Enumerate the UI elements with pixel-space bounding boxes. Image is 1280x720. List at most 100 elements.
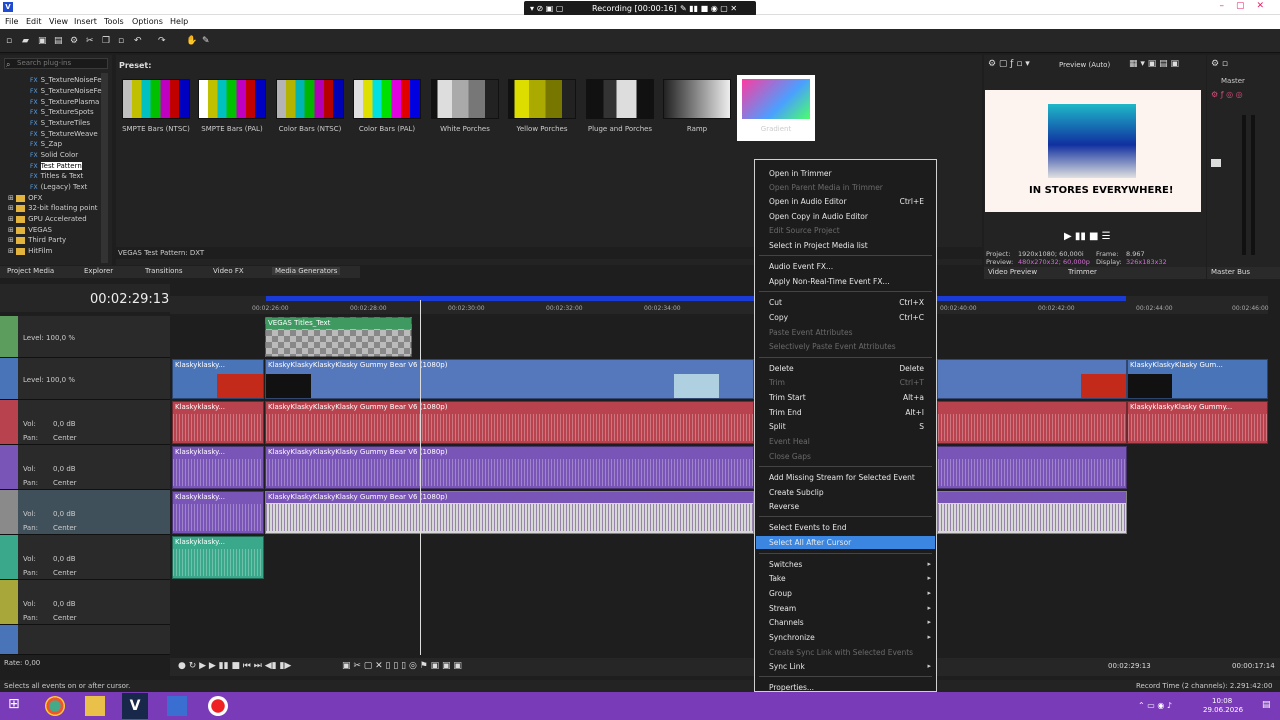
tree-folder[interactable]: ⊞ GPU Accelerated: [8, 215, 87, 223]
tree-item[interactable]: FX S_TextureNoiseFe: [30, 76, 102, 84]
tree-item-selected[interactable]: FX Test Pattern: [30, 162, 82, 170]
tree-item[interactable]: FX Solid Color: [30, 151, 78, 159]
app-taskbar-icon[interactable]: [167, 696, 187, 716]
clip-audio-4a[interactable]: Klaskyklasky...: [172, 446, 264, 489]
menu-item-apply-non-real-time-event-fx[interactable]: Apply Non-Real-Time Event FX...: [769, 277, 890, 286]
menu-item-channels[interactable]: Channels: [769, 618, 804, 627]
tab-project-media[interactable]: Project Media: [7, 267, 54, 275]
clip-video-b[interactable]: KlaskyKlaskyKlasky Gum...: [1127, 359, 1268, 399]
preview-grid-icons[interactable]: ▦ ▾ ▣ ▤ ▣: [1129, 59, 1179, 69]
track-header-audio-5[interactable]: Vol: 0,0 dB Pan: Center: [0, 490, 170, 535]
track-header-audio-3[interactable]: Vol: 0,0 dB Pan: Center: [0, 400, 170, 445]
track-header-audio-7[interactable]: Vol: 0,0 dB Pan: Center: [0, 580, 170, 625]
menu-item-synchronize[interactable]: Synchronize: [769, 633, 815, 642]
clip-audio-4-right[interactable]: [937, 446, 1127, 489]
clip-audio-4-main[interactable]: KlaskyKlaskyKlaskyKlasky Gummy Bear V6 (…: [265, 446, 754, 489]
menu-item-create-subclip[interactable]: Create Subclip: [769, 488, 824, 497]
master-fx-icons[interactable]: ⚙ ƒ ◎ ◎: [1211, 90, 1243, 99]
tree-scrollbar[interactable]: [101, 73, 108, 263]
menu-item-switches[interactable]: Switches: [769, 560, 802, 569]
menu-options[interactable]: Options: [132, 17, 163, 26]
menu-item-open-copy-in-audio-editor[interactable]: Open Copy in Audio Editor: [769, 212, 868, 221]
tree-item[interactable]: FX S_TextureSpots: [30, 108, 94, 116]
settings-icon[interactable]: ⚙: [70, 37, 79, 46]
tree-item[interactable]: FX Titles & Text: [30, 172, 83, 180]
preview-transport[interactable]: ▶ ▮▮ ■ ☰: [1064, 231, 1111, 242]
menu-item-copy[interactable]: Copy: [769, 313, 788, 322]
menu-item-properties[interactable]: Properties...: [769, 683, 814, 692]
tree-folder[interactable]: ⊞ VEGAS: [8, 226, 52, 234]
clip-audio-5a[interactable]: Klaskyklasky...: [172, 491, 264, 534]
preset-color-bars-pal[interactable]: Color Bars (PAL): [352, 79, 422, 133]
preset-yellow-porches[interactable]: Yellow Porches: [507, 79, 577, 133]
windows-start-icon[interactable]: ⊞: [8, 696, 28, 716]
menu-file[interactable]: File: [5, 17, 18, 26]
preset-pluge-porches[interactable]: Pluge and Porches: [585, 79, 655, 133]
menu-item-sync-link[interactable]: Sync Link: [769, 662, 805, 671]
track-header-video-2[interactable]: Level: 100,0 %: [0, 358, 170, 400]
tree-item[interactable]: FX S_TexturePlasma: [30, 98, 99, 106]
menu-edit[interactable]: Edit: [26, 17, 42, 26]
timecode-display[interactable]: 00:02:29:13: [90, 292, 169, 307]
record-tools-icon[interactable]: ▾ ⊘ ▣ ▢: [530, 4, 563, 13]
clip-audio-3-right[interactable]: [937, 401, 1127, 444]
tab-explorer[interactable]: Explorer: [84, 267, 113, 275]
preset-color-bars-ntsc[interactable]: Color Bars (NTSC): [275, 79, 345, 133]
recorder-taskbar-icon[interactable]: [208, 696, 228, 716]
tree-item[interactable]: FX S_TextureTiles: [30, 119, 90, 127]
master-settings-icon[interactable]: ⚙ ▫: [1211, 59, 1228, 69]
loop-region[interactable]: [266, 296, 1126, 301]
record-controls-icon[interactable]: ✎ ▮▮ ■ ◉ ▢ ✕: [680, 4, 737, 13]
menu-tools[interactable]: Tools: [104, 17, 124, 26]
tree-folder[interactable]: ⊞ Third Party: [8, 236, 66, 244]
clip-audio-3b[interactable]: KlaskyklaskyKlasky Gummy...: [1127, 401, 1268, 444]
tab-master-bus[interactable]: Master Bus: [1211, 268, 1250, 276]
transport-controls[interactable]: ● ↻ ▶ ▶ ▮▮ ■ ⏮ ⏭ ◀▮ ▮▶: [178, 661, 291, 671]
playhead-cursor[interactable]: [420, 300, 421, 655]
clip-audio-3a[interactable]: Klaskyklasky...: [172, 401, 264, 444]
render-icon[interactable]: ▤: [54, 37, 63, 46]
menu-item-reverse[interactable]: Reverse: [769, 502, 799, 511]
new-file-icon[interactable]: ▫: [6, 37, 15, 46]
tab-video-fx[interactable]: Video FX: [213, 267, 244, 275]
clip-audio-3-main[interactable]: KlaskyKlaskyKlaskyKlasky Gummy Bear V6 (…: [265, 401, 754, 444]
menu-item-take[interactable]: Take: [769, 574, 786, 583]
menu-item-trim-start[interactable]: Trim Start: [769, 393, 806, 402]
preset-gradient-selected[interactable]: Gradient: [737, 75, 815, 141]
menu-item-delete[interactable]: Delete: [769, 364, 794, 373]
menu-item-open-in-audio-editor[interactable]: Open in Audio Editor: [769, 197, 847, 206]
track-header-audio-6[interactable]: Vol: 0,0 dB Pan: Center: [0, 535, 170, 580]
timeline-ruler[interactable]: 00:02:26:00 00:02:28:00 00:02:30:00 00:0…: [170, 296, 1269, 314]
redo-icon[interactable]: ↷: [158, 37, 167, 46]
preset-smpte-ntsc[interactable]: SMPTE Bars (NTSC): [121, 79, 191, 133]
clip-video-main[interactable]: KlaskyKlaskyKlaskyKlasky Gummy Bear V6 (…: [265, 359, 754, 399]
menu-item-split[interactable]: Split: [769, 422, 786, 431]
tray-icons[interactable]: ⌃ ▭ ◉ ♪: [1138, 701, 1172, 710]
preset-smpte-pal[interactable]: SMPTE Bars (PAL): [197, 79, 267, 133]
menu-item-open-in-trimmer[interactable]: Open in Trimmer: [769, 169, 832, 178]
clip-audio-6[interactable]: Klaskyklasky...: [172, 536, 264, 579]
tab-video-preview[interactable]: Video Preview: [988, 268, 1037, 276]
plugin-search-input[interactable]: Search plug-ins: [4, 58, 108, 69]
clip-audio-5-main[interactable]: KlaskyKlaskyKlaskyKlasky Gummy Bear V6 (…: [265, 491, 754, 534]
menu-view[interactable]: View: [49, 17, 68, 26]
undo-icon[interactable]: ↶: [134, 37, 143, 46]
track-header-video-1[interactable]: Level: 100,0 %: [0, 316, 170, 358]
clip-audio-5-right[interactable]: [937, 491, 1127, 534]
preset-white-porches[interactable]: White Porches: [430, 79, 500, 133]
menu-item-add-missing-stream-for-selected-event[interactable]: Add Missing Stream for Selected Event: [769, 473, 915, 482]
tab-trimmer[interactable]: Trimmer: [1068, 268, 1097, 276]
menu-item-audio-event-fx[interactable]: Audio Event FX...: [769, 262, 833, 271]
edit-tool-icon[interactable]: ✋: [186, 37, 197, 46]
clip-video-right[interactable]: [937, 359, 1127, 399]
file-explorer-icon[interactable]: [85, 696, 105, 716]
preview-toolbar-icons[interactable]: ⚙ ▢ ƒ ▫ ▾: [988, 59, 1030, 69]
menu-item-select-in-project-media-list[interactable]: Select in Project Media list: [769, 241, 868, 250]
menu-item-trim-end[interactable]: Trim End: [769, 408, 802, 417]
envelope-tool-icon[interactable]: ✎: [202, 37, 211, 46]
tree-item[interactable]: FX (Legacy) Text: [30, 183, 87, 191]
track-header-extra[interactable]: [0, 625, 170, 655]
track-header-audio-4[interactable]: Vol: 0,0 dB Pan: Center: [0, 445, 170, 490]
copy-icon[interactable]: ❐: [102, 37, 111, 46]
menu-insert[interactable]: Insert: [74, 17, 97, 26]
